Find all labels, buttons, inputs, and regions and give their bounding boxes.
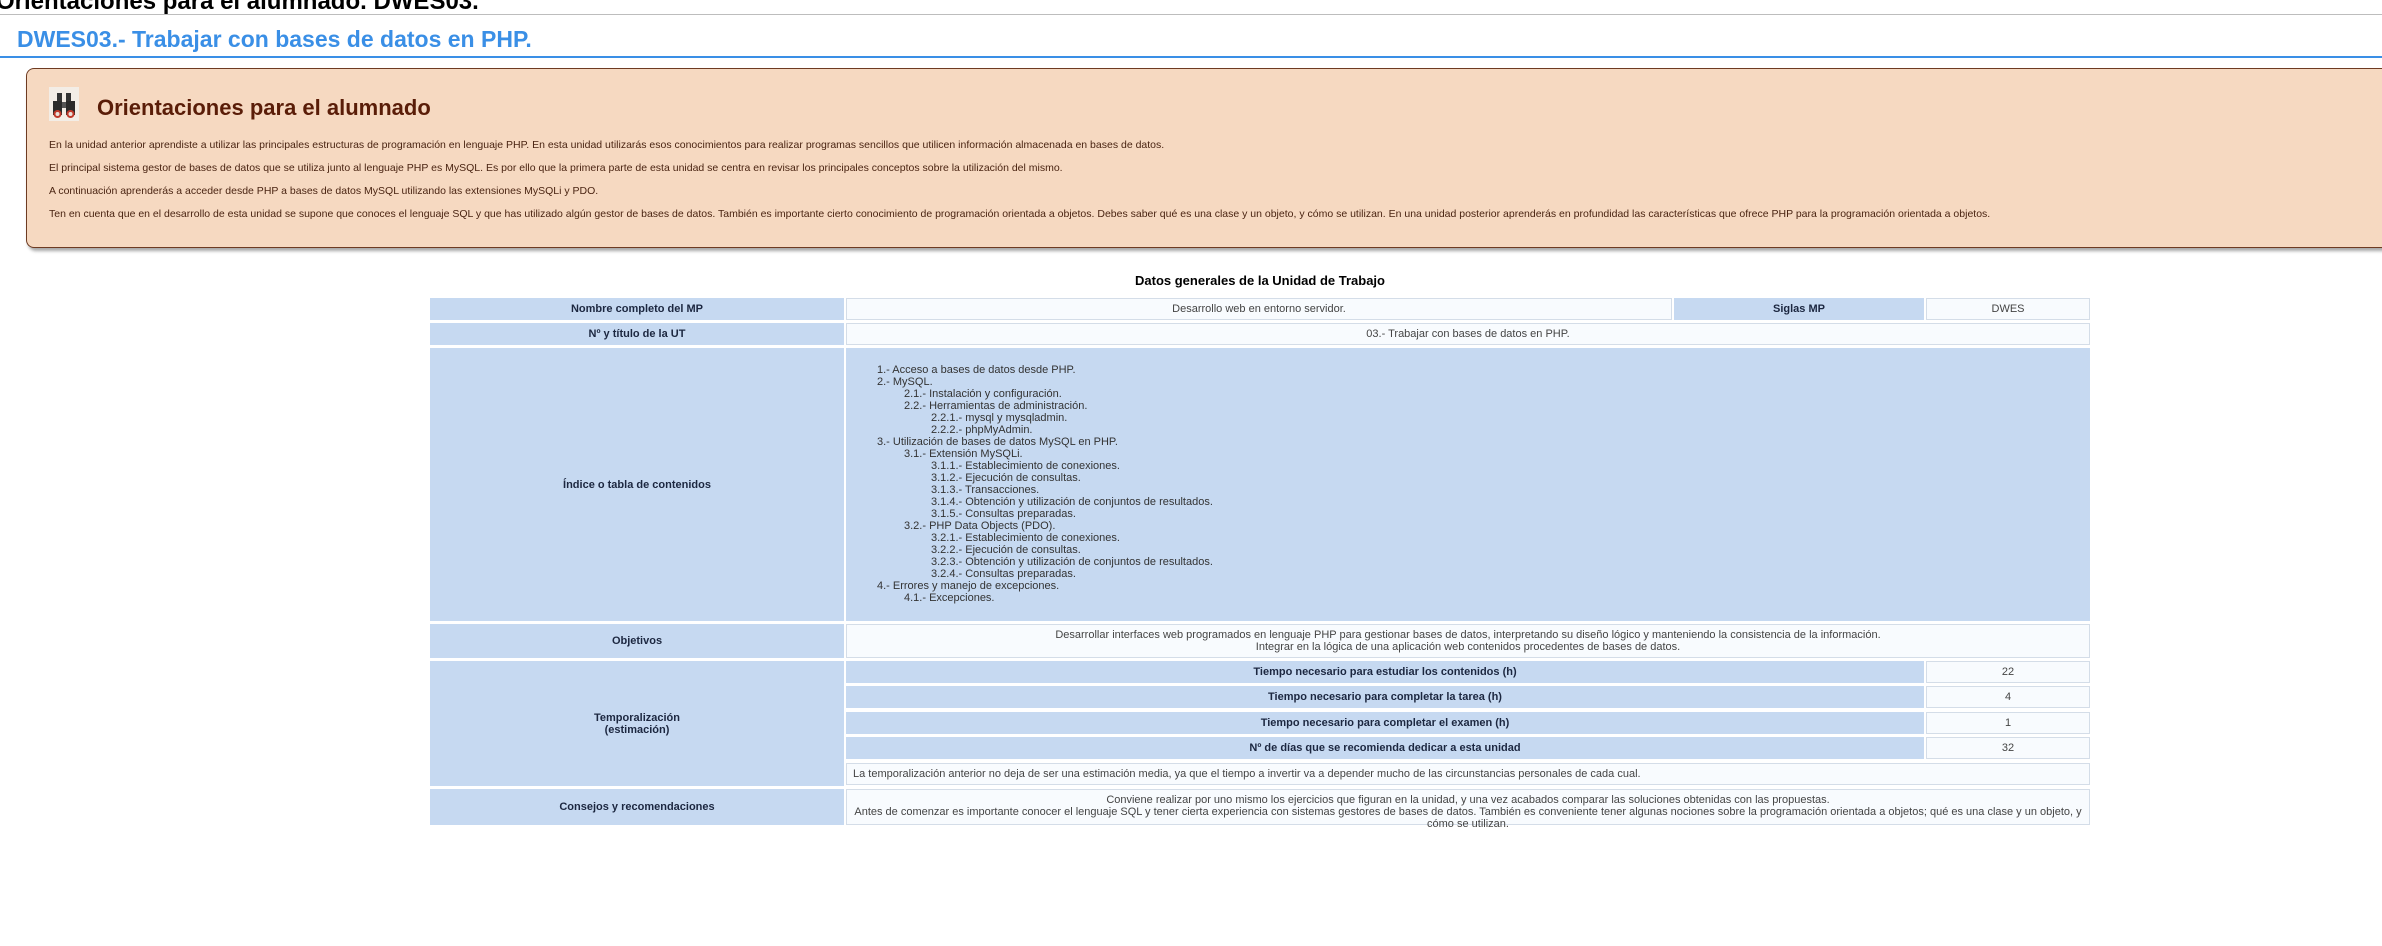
tiempo-tarea-label: Tiempo necesario para completar la tarea… (846, 686, 1924, 708)
tiempo-examen-value: 1 (1926, 712, 2090, 734)
consejos-label: Consejos y recomendaciones (430, 789, 844, 825)
toc-item: 3.1.2.- Ejecución de consultas. (931, 472, 1081, 484)
toc-item: 3.1.- Extensión MySQLi. (904, 448, 1023, 460)
toc-item: 3.1.3.- Transacciones. (931, 484, 1040, 496)
toc-item: 3.2.- PHP Data Objects (PDO). (904, 520, 1056, 532)
binoculars-icon (49, 87, 79, 121)
toc-item: 3.1.4.- Obtención y utilización de conju… (931, 496, 1213, 508)
objetivos-line: Desarrollar interfaces web programados e… (1055, 629, 1881, 641)
nombre-mp-label: Nombre completo del MP (430, 298, 844, 320)
orientaciones-box: Orientaciones para el alumnado En la uni… (26, 68, 2382, 248)
toc-item: 3.1.1.- Establecimiento de conexiones. (931, 460, 1120, 472)
temporalizacion-note: La temporalización anterior no deja de s… (846, 763, 2090, 785)
dias-unidad-value: 32 (1926, 737, 2090, 759)
consejos-line: Conviene realizar por uno mismo los ejer… (1106, 794, 1830, 806)
tiempo-tarea-value: 4 (1926, 686, 2090, 708)
orientaciones-paragraph: Ten en cuenta que en el desarrollo de es… (49, 208, 1991, 220)
indice-content: 1.- Acceso a bases de datos desde PHP. 2… (846, 348, 2090, 621)
indice-label: Índice o tabla de contenidos (430, 348, 844, 621)
orientaciones-title: Orientaciones para el alumnado (97, 95, 431, 120)
ut-value: 03.- Trabajar con bases de datos en PHP. (846, 323, 2090, 345)
temporalizacion-label-line: Temporalización (594, 711, 680, 724)
siglas-mp-label: Siglas MP (1674, 298, 1924, 320)
toc-item: 2.- MySQL. (877, 376, 933, 388)
orientaciones-paragraph: El principal sistema gestor de bases de … (49, 162, 1063, 174)
toc-item: 1.- Acceso a bases de datos desde PHP. (877, 364, 1076, 376)
datos-table-title: Datos generales de la Unidad de Trabajo (1135, 273, 1385, 288)
toc-item: 2.2.- Herramientas de administración. (904, 400, 1088, 412)
consejos-line: Antes de comenzar es importante conocer … (854, 806, 2082, 830)
toc-item: 3.2.2.- Ejecución de consultas. (931, 544, 1081, 556)
page-title: DWES03.- Trabajar con bases de datos en … (17, 26, 532, 52)
toc-item: 3.- Utilización de bases de datos MySQL … (877, 436, 1118, 448)
objetivos-line: Integrar en la lógica de una aplicación … (1255, 641, 1681, 653)
siglas-mp-value: DWES (1926, 298, 2090, 320)
toc-item: 2.2.2.- phpMyAdmin. (931, 424, 1033, 436)
toc-item: 2.1.- Instalación y configuración. (904, 388, 1062, 400)
toc-item: 4.- Errores y manejo de excepciones. (877, 580, 1060, 592)
toc-item: 3.2.1.- Establecimiento de conexiones. (931, 532, 1120, 544)
tiempo-estudio-label: Tiempo necesario para estudiar los conte… (846, 661, 1924, 683)
tiempo-examen-label: Tiempo necesario para completar el exame… (846, 712, 1924, 734)
nombre-mp-value: Desarrollo web en entorno servidor. (846, 298, 1672, 320)
toc-item: 3.2.4.- Consultas preparadas. (931, 568, 1076, 580)
ut-label: Nº y título de la UT (430, 323, 844, 345)
orientaciones-paragraph: A continuación aprenderás a acceder desd… (49, 185, 599, 197)
temporalizacion-label-line: (estimación) (604, 723, 670, 736)
temporalizacion-label: Temporalización (estimación) (430, 661, 844, 786)
objetivos-label: Objetivos (430, 624, 844, 658)
dias-unidad-label: Nº de días que se recomienda dedicar a e… (846, 737, 1924, 759)
top-strip-title: Orientaciones para el alumnado. DWES03. (0, 0, 479, 15)
toc-item: 2.2.1.- mysql y mysqladmin. (931, 412, 1068, 424)
top-strip: Orientaciones para el alumnado. DWES03. (0, 0, 2382, 15)
toc-item: 3.2.3.- Obtención y utilización de conju… (931, 556, 1213, 568)
toc-item: 4.1.- Excepciones. (904, 592, 995, 604)
tiempo-estudio-value: 22 (1926, 661, 2090, 683)
toc-item: 3.1.5.- Consultas preparadas. (931, 508, 1076, 520)
consejos-value: Conviene realizar por uno mismo los ejer… (846, 789, 2090, 830)
orientaciones-paragraph: En la unidad anterior aprendiste a utili… (49, 139, 1165, 151)
objetivos-value: Desarrollar interfaces web programados e… (846, 624, 2090, 658)
title-divider (0, 56, 2382, 58)
